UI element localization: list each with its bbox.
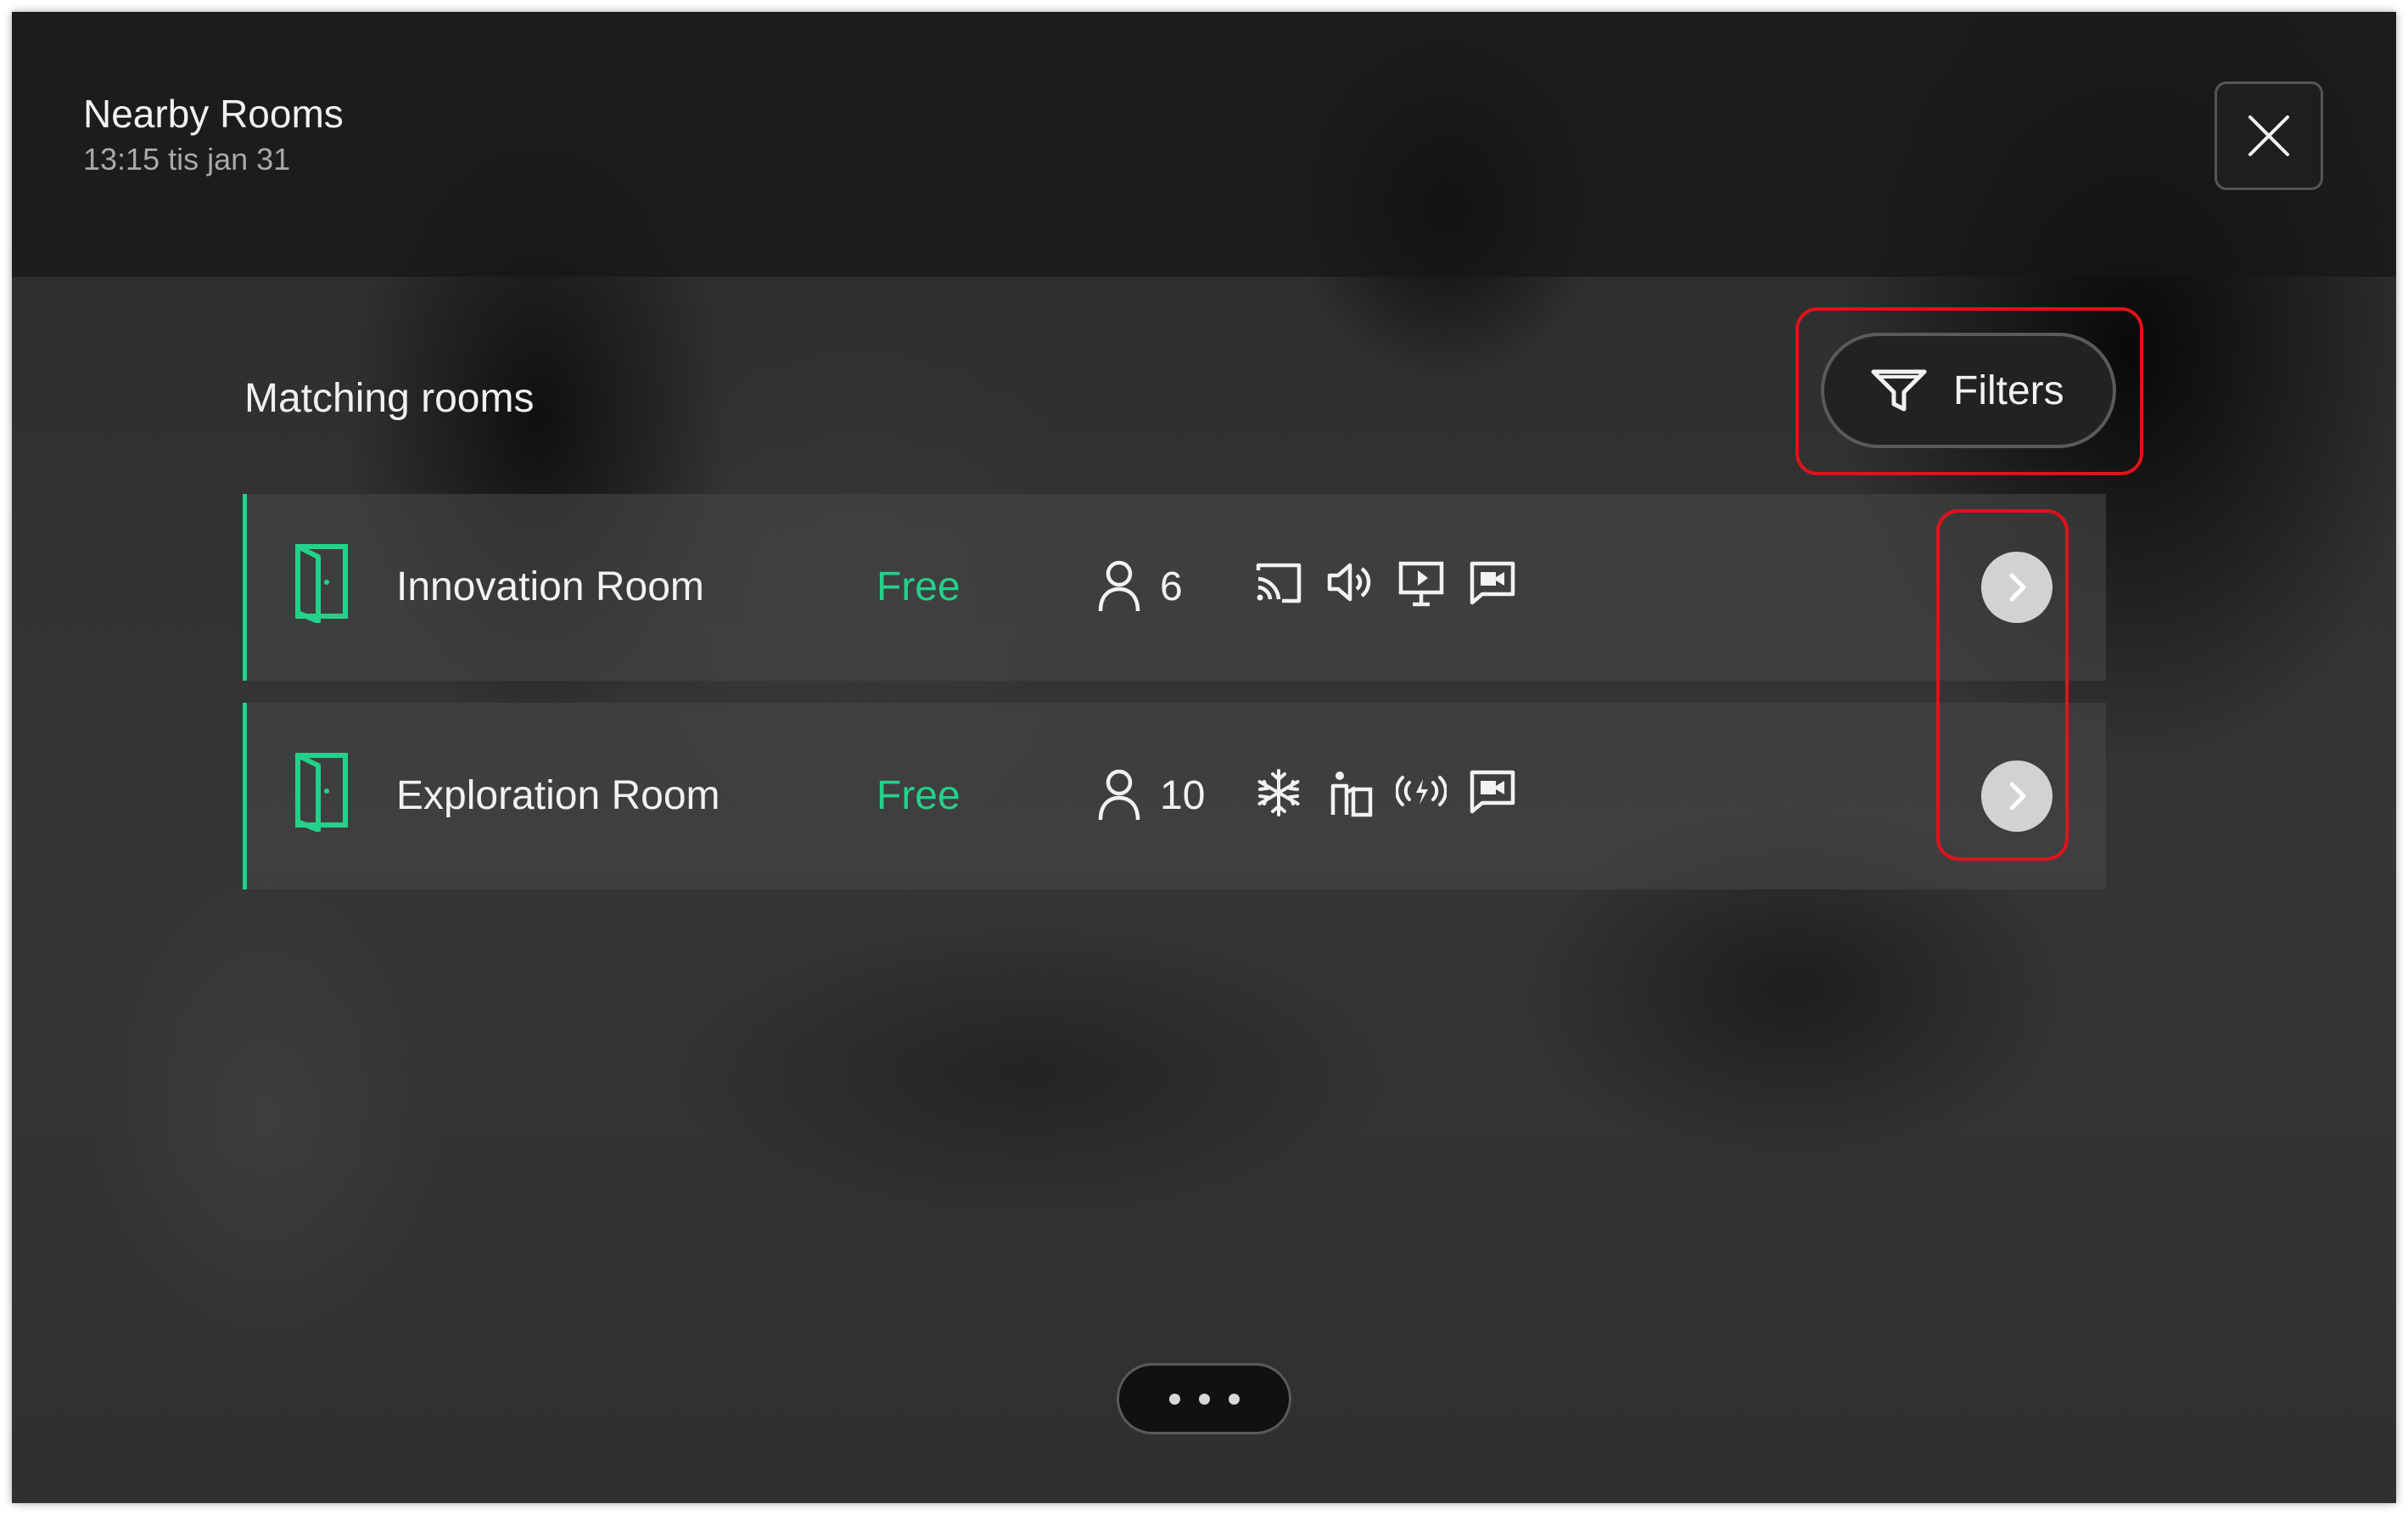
nearby-rooms-screen: Nearby Rooms 13:15 tis jan 31 Matching r… bbox=[12, 12, 2396, 1503]
air-conditioning-snowflake-icon bbox=[1257, 769, 1300, 816]
page-dot bbox=[1198, 1393, 1210, 1405]
room-capacity: 10 bbox=[1160, 773, 1206, 818]
room-row-exploration[interactable]: Exploration Room Free 10 bbox=[243, 703, 2106, 889]
chevron-right-icon bbox=[2009, 573, 2026, 602]
filters-button[interactable]: Filters bbox=[1821, 333, 2116, 448]
whiteboard-presenter-icon bbox=[1330, 772, 1373, 817]
page-indicator[interactable] bbox=[1117, 1363, 1291, 1434]
filters-label: Filters bbox=[1953, 368, 2064, 413]
matching-rooms-heading: Matching rooms bbox=[244, 376, 535, 421]
room-row-innovation[interactable]: Innovation Room Free 6 bbox=[243, 494, 2106, 681]
room-status-free: Free bbox=[876, 773, 960, 818]
room-capacity: 6 bbox=[1160, 564, 1183, 609]
cast-icon bbox=[1256, 563, 1302, 603]
page-dot bbox=[1168, 1393, 1180, 1405]
close-icon bbox=[2248, 115, 2289, 156]
person-icon bbox=[1098, 769, 1140, 821]
page-title: Nearby Rooms bbox=[83, 92, 344, 136]
presentation-screen-icon bbox=[1398, 561, 1444, 607]
speaker-icon bbox=[1327, 563, 1371, 602]
video-chat-icon bbox=[1470, 770, 1515, 814]
time-date-label: 13:15 tis jan 31 bbox=[83, 142, 291, 177]
door-icon bbox=[295, 544, 348, 623]
wireless-signal-icon bbox=[1396, 776, 1447, 806]
filter-funnel-icon bbox=[1871, 369, 1927, 412]
person-icon bbox=[1098, 560, 1140, 612]
room-name: Exploration Room bbox=[396, 773, 720, 818]
door-icon bbox=[295, 753, 348, 832]
room-details-button[interactable] bbox=[1981, 760, 2052, 832]
close-button[interactable] bbox=[2215, 81, 2323, 190]
room-details-button[interactable] bbox=[1981, 552, 2052, 623]
room-status-free: Free bbox=[876, 564, 960, 609]
video-chat-icon bbox=[1470, 561, 1515, 605]
chevron-right-icon bbox=[2009, 782, 2026, 811]
page-dot bbox=[1228, 1393, 1240, 1405]
header-bar: Nearby Rooms 13:15 tis jan 31 bbox=[12, 12, 2396, 277]
room-name: Innovation Room bbox=[396, 564, 704, 609]
